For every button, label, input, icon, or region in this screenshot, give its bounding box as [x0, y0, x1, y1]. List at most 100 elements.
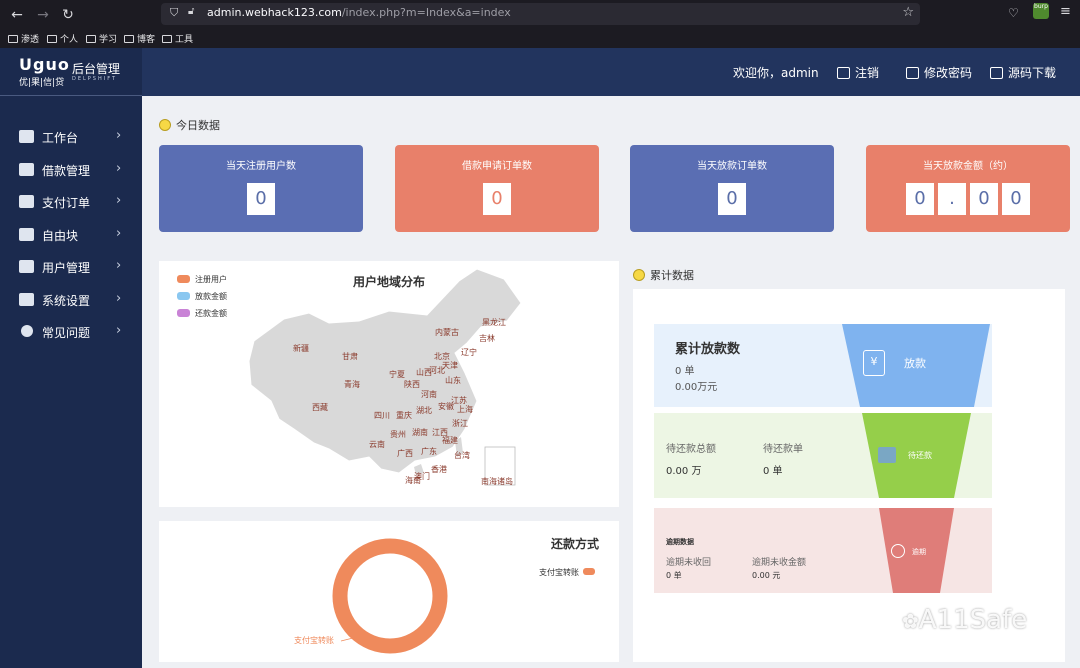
- back-icon[interactable]: ←: [8, 6, 26, 24]
- stat-card-registered-users: 当天注册用户数 0: [159, 145, 363, 232]
- download-source-link[interactable]: 源码下载: [990, 64, 1056, 81]
- grid-icon: [878, 447, 896, 463]
- donut-slice-alipay[interactable]: [332, 538, 448, 654]
- sidebar-item-workbench[interactable]: 工作台 ›: [0, 121, 142, 153]
- edit-icon: [906, 67, 919, 79]
- donut-slice-label: 支付宝转账: [294, 636, 334, 645]
- loan-amount: 0.00万元: [675, 382, 718, 393]
- province-label: 贵州: [390, 430, 406, 439]
- sidebar-item-label: 借款管理: [42, 164, 91, 178]
- bookmark-folder[interactable]: 渗透: [8, 32, 39, 45]
- sidebar-item-settings[interactable]: 系统设置 ›: [0, 284, 142, 316]
- browser-toolbar: ← → ↻ ⛉ 🔓︎ admin.webhack123.com/index.ph…: [0, 0, 1080, 48]
- province-label: 陕西: [404, 380, 420, 389]
- logo[interactable]: Uguo 优|果|信|贷 后台管理 DELPSHIFT: [0, 48, 142, 96]
- bookmark-folder[interactable]: 博客: [124, 32, 155, 45]
- bookmark-folder[interactable]: 学习: [86, 32, 117, 45]
- loan-count: 0 单: [675, 366, 695, 377]
- sidebar-item-users[interactable]: 用户管理 ›: [0, 251, 142, 283]
- wechat-icon: ✿: [902, 609, 919, 633]
- china-map[interactable]: [159, 261, 619, 507]
- province-label: 宁夏: [389, 370, 405, 379]
- bookmark-folder[interactable]: 个人: [47, 32, 78, 45]
- chevron-right-icon: ›: [116, 161, 122, 176]
- chevron-right-icon: ›: [116, 193, 122, 208]
- card-digits: 0: [395, 183, 599, 215]
- province-label: 山东: [445, 376, 461, 385]
- card-digits: 0: [630, 183, 834, 215]
- stat-card-disbursed-amount: 当天放款金额（约） 0.00: [866, 145, 1070, 232]
- province-label: 吉林: [479, 334, 495, 343]
- windows-icon: [19, 293, 34, 306]
- wechat-watermark: ✿A11Safe: [902, 605, 1028, 635]
- digit: 0: [906, 183, 934, 215]
- stat-card-loan-applications: 借款申请订单数 0: [395, 145, 599, 232]
- folder-icon: [124, 35, 134, 43]
- province-label: 南海诸岛: [481, 477, 513, 486]
- receipt-icon: ¥: [863, 350, 885, 376]
- user-icon: [19, 260, 34, 273]
- folder-icon: [86, 35, 96, 43]
- card-label: 当天放款金额（约）: [923, 161, 1013, 172]
- card-label: 当天注册用户数: [226, 161, 296, 172]
- monitor-icon: [19, 130, 34, 143]
- loan-badge: 放款: [904, 357, 926, 370]
- province-label: 四川: [374, 411, 390, 420]
- china-map-shape: [248, 268, 522, 474]
- province-label: 甘肃: [342, 352, 358, 361]
- bookmark-folder[interactable]: 工具: [162, 32, 193, 45]
- pending-badge: 待还款: [908, 451, 932, 460]
- chevron-right-icon: ›: [116, 323, 122, 338]
- change-password-link[interactable]: 修改密码: [906, 64, 972, 81]
- reload-icon[interactable]: ↻: [59, 6, 77, 24]
- menu-icon[interactable]: ≡: [1060, 4, 1071, 19]
- sidebar-item-faq[interactable]: 常见问题 ›: [0, 316, 142, 348]
- chevron-right-icon: ›: [116, 128, 122, 143]
- pocket-icon[interactable]: ♡: [1008, 6, 1019, 20]
- address-bar[interactable]: ⛉ 🔓︎ admin.webhack123.com/index.php?m=In…: [161, 3, 920, 25]
- province-label: 河南: [421, 390, 437, 399]
- repay-method-panel: 还款方式 支付宝转账 支付宝转账: [159, 521, 619, 662]
- funnel-row-overdue: 逾期数据 逾期未收回 0 单 逾期未收金额 0.00 元 逾期: [654, 508, 992, 593]
- chevron-right-icon: ›: [116, 291, 122, 306]
- today-section-title: 今日数据: [159, 117, 220, 133]
- province-label: 内蒙古: [435, 328, 459, 337]
- sidebar-item-payments[interactable]: 支付订单 ›: [0, 186, 142, 218]
- welcome-text: 欢迎你，admin: [733, 66, 819, 80]
- province-label: 台湾: [454, 451, 470, 460]
- sidebar-item-label: 自由块: [42, 229, 79, 243]
- bookmarks-bar: 渗透 个人 学习 博客 工具: [0, 30, 1080, 48]
- shield-icon: ⛉: [170, 6, 179, 19]
- folder-icon: [162, 35, 172, 43]
- province-label: 西藏: [312, 403, 328, 412]
- question-icon: [21, 325, 33, 337]
- forward-icon[interactable]: →: [34, 6, 52, 24]
- logo-mark: Uguo: [19, 55, 70, 74]
- logout-link[interactable]: 注销: [837, 64, 879, 81]
- region-map-panel: 用户地域分布 注册用户 放款金额 还款金额 黑龙江 吉林 内蒙古 辽宁 北京 天…: [159, 261, 619, 507]
- digit: 0: [247, 183, 275, 215]
- card-label: 当天放款订单数: [697, 161, 767, 172]
- province-label: 福建: [442, 436, 458, 445]
- loan-heading: 累计放款数: [675, 342, 741, 357]
- sidebar-item-loans[interactable]: 借款管理 ›: [0, 154, 142, 186]
- digit: 0: [718, 183, 746, 215]
- sidebar-item-blocks[interactable]: 自由块 ›: [0, 219, 142, 251]
- star-icon[interactable]: ☆: [902, 5, 914, 20]
- overdue-amount-label: 逾期未收金额: [752, 558, 807, 568]
- overdue-icon: [891, 544, 905, 558]
- digit: 0: [970, 183, 998, 215]
- pending-total-value: 0.00 万: [666, 466, 702, 477]
- repay-donut-chart[interactable]: [159, 521, 619, 662]
- folder-icon: [8, 35, 18, 43]
- logout-icon: [837, 67, 850, 79]
- burp-extension-icon[interactable]: burp: [1033, 3, 1049, 19]
- province-label: 安徽: [438, 402, 454, 411]
- card-digits: 0: [159, 183, 363, 215]
- province-label: 上海: [457, 405, 473, 414]
- document-icon: [19, 163, 34, 176]
- cumulative-section-title: 累计数据: [633, 267, 694, 283]
- province-label: 海南: [405, 476, 421, 485]
- overdue-orders-value: 0 单: [666, 571, 682, 580]
- card-icon: [19, 195, 34, 208]
